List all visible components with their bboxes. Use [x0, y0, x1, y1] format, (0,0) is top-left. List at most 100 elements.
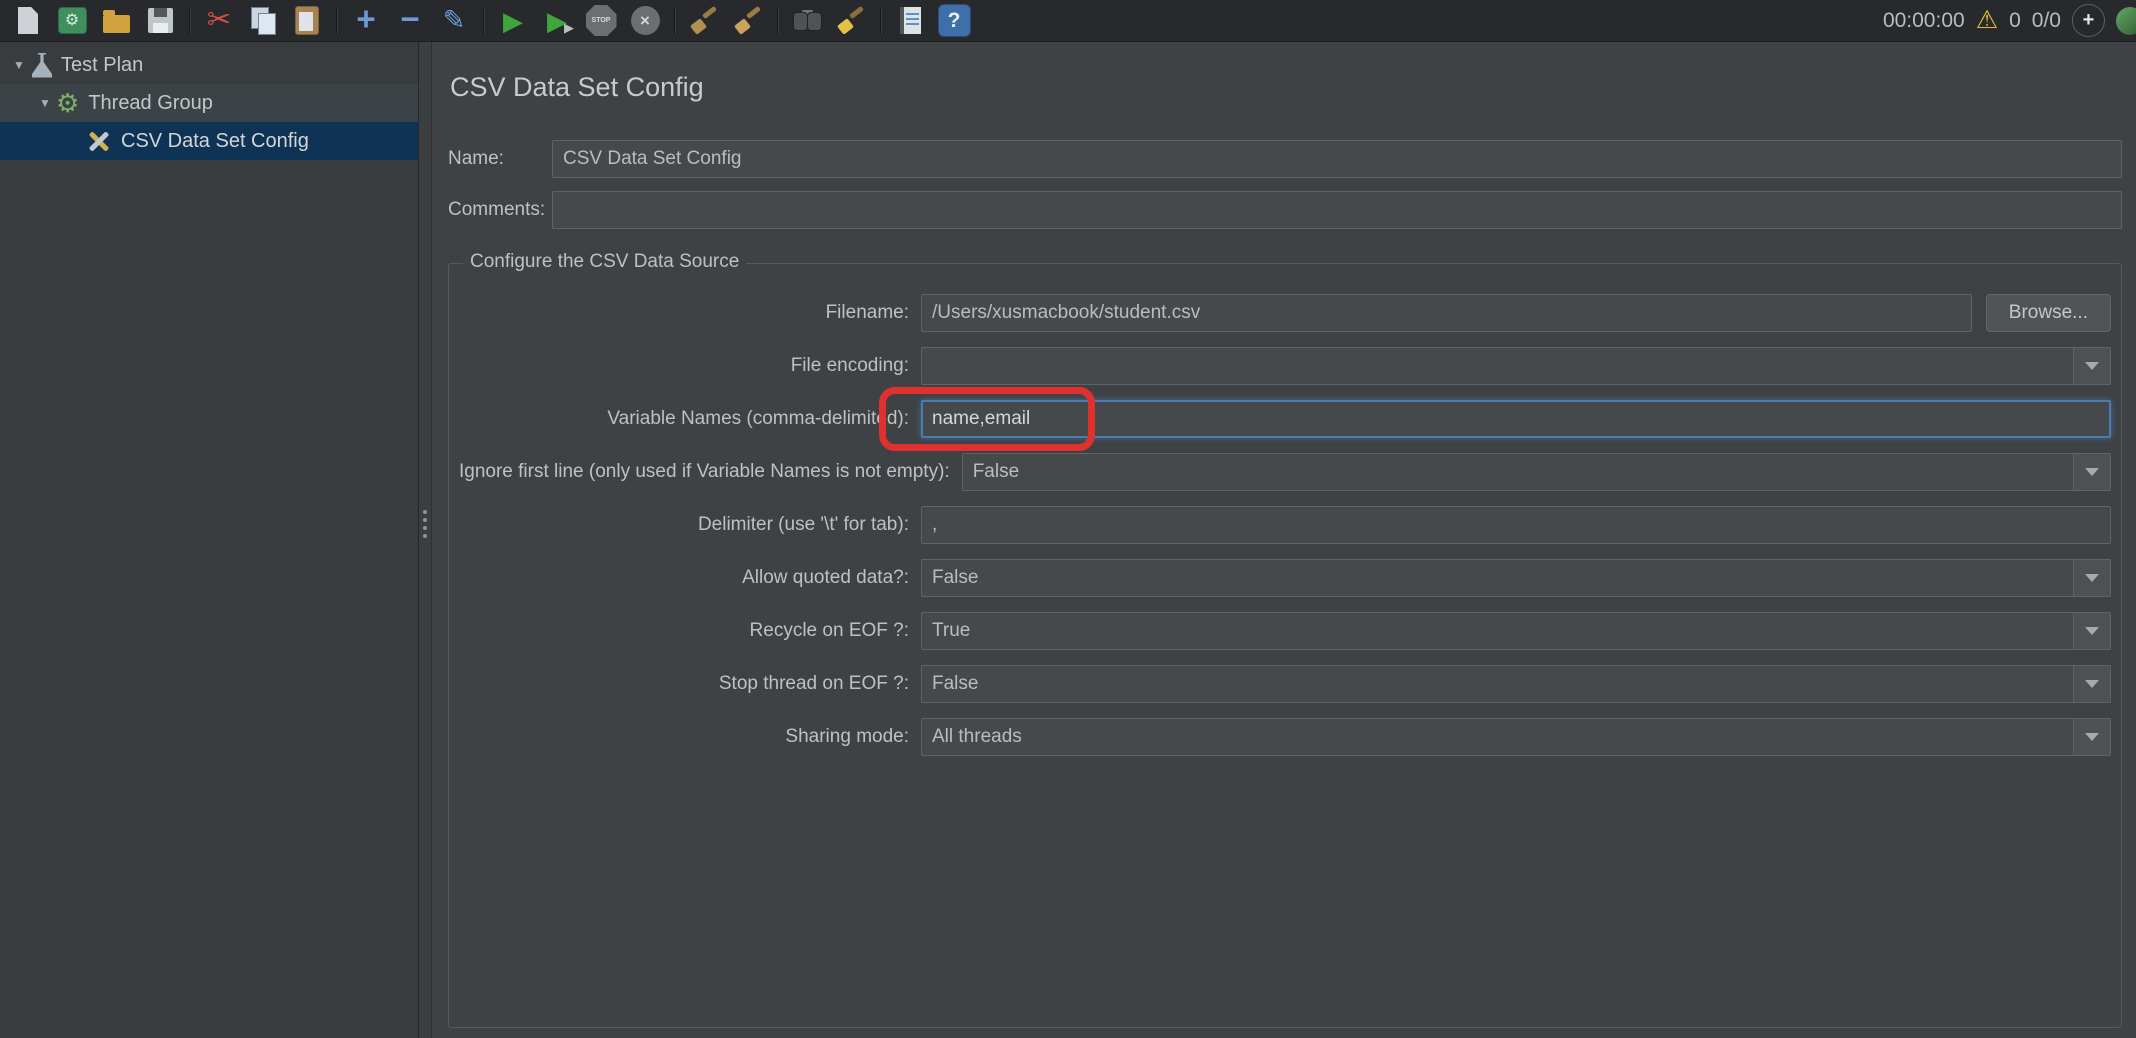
csv-source-groupbox: Configure the CSV Data Source Filename: … — [448, 263, 2122, 1028]
recycle-on-eof-select[interactable]: True — [921, 612, 2111, 650]
ignore-first-line-field-wrap: False — [962, 453, 2111, 491]
clear-all-button[interactable] — [728, 3, 768, 39]
toolbar: ⚙ ✂ + − ✎ ▶ ▶▶ STOP × ? 00:00:00 ⚠ 0 0/0 — [0, 0, 2136, 42]
allow-quoted-data-select[interactable]: False — [921, 559, 2111, 597]
shutdown-button[interactable]: × — [625, 3, 665, 39]
field-label: Stop thread on EOF ?: — [459, 673, 909, 695]
add-element-button[interactable]: + — [346, 3, 386, 39]
search-reset-broom-icon — [837, 7, 865, 35]
ignore-first-line-select[interactable]: False — [962, 453, 2111, 491]
shutdown-icon: × — [631, 6, 660, 35]
broom-head — [734, 18, 751, 35]
paste-page — [299, 12, 313, 31]
play-no-pauses-icon: ▶▶ — [542, 6, 572, 36]
field-row-stop-thread-on-eof: Stop thread on EOF ?: False — [459, 665, 2111, 703]
sharing-mode-select[interactable]: All threads — [921, 718, 2111, 756]
clear-broom-icon — [690, 7, 718, 35]
copy-page-front — [258, 13, 276, 35]
templates-button[interactable]: ⚙ — [52, 3, 92, 39]
small-arrow-icon: ▶ — [564, 20, 574, 36]
stop-thread-on-eof-select[interactable]: False — [921, 665, 2111, 703]
jmeter-window: ⚙ ✂ + − ✎ ▶ ▶▶ STOP × ? 00:00:00 ⚠ 0 0/0 — [0, 0, 2136, 1038]
combo-value: True — [922, 613, 2073, 649]
save-button[interactable] — [140, 3, 180, 39]
warning-icon[interactable]: ⚠ — [1976, 8, 1998, 33]
start-button[interactable]: ▶ — [493, 3, 533, 39]
folder-tab — [103, 10, 115, 15]
cut-button[interactable]: ✂ — [199, 3, 239, 39]
splitter-grip-icon[interactable] — [423, 510, 427, 514]
field-row-allow-quoted-data: Allow quoted data?: False — [459, 559, 2111, 597]
name-input[interactable] — [552, 140, 2122, 178]
csv-config-icon — [86, 128, 112, 154]
tree-item-thread-group[interactable]: ▼ ⚙ Thread Group — [0, 84, 418, 122]
play-icon: ▶ — [503, 8, 523, 34]
test-plan-tree: ▼ Test Plan ▼ ⚙ Thread Group CSV Data Se… — [0, 42, 419, 1038]
gear-icon: ⚙ — [65, 13, 79, 29]
search-reset-button[interactable] — [831, 3, 871, 39]
start-no-pauses-button[interactable]: ▶▶ — [537, 3, 577, 39]
comments-input[interactable] — [552, 191, 2122, 229]
collapse-arrow-icon[interactable]: ▼ — [10, 58, 28, 72]
config-panel: CSV Data Set Config Name: Comments: Conf… — [432, 42, 2136, 1038]
dropdown-arrow-icon[interactable] — [2073, 348, 2110, 384]
delimiter-input[interactable] — [921, 506, 2111, 544]
clear-button[interactable] — [684, 3, 724, 39]
comments-row: Comments: — [448, 191, 2122, 229]
binoculars-lens — [807, 12, 822, 31]
notepad-line — [906, 13, 919, 15]
file-encoding-select[interactable] — [921, 347, 2111, 385]
tree-item-csv-data-set-config[interactable]: CSV Data Set Config — [0, 122, 418, 160]
active-threads-count: 0/0 — [2032, 9, 2061, 33]
filename-input[interactable] — [921, 294, 1972, 332]
paste-button[interactable] — [287, 3, 327, 39]
toolbar-separator — [189, 8, 190, 34]
binoculars-search-icon — [793, 10, 822, 31]
dropdown-arrow-icon[interactable] — [2073, 613, 2110, 649]
field-label: Filename: — [459, 302, 909, 324]
toggle-element-button[interactable]: ✎ — [434, 3, 474, 39]
field-label: Delimiter (use '\t' for tab): — [459, 514, 909, 536]
new-file-button[interactable] — [8, 3, 48, 39]
copy-icon — [250, 7, 277, 34]
broom-handle — [746, 5, 761, 18]
function-helper-button[interactable] — [890, 3, 930, 39]
dropdown-arrow-icon[interactable] — [2073, 560, 2110, 596]
broom-head — [837, 18, 854, 35]
groupbox-title: Configure the CSV Data Source — [463, 251, 746, 273]
copy-button[interactable] — [243, 3, 283, 39]
dropdown-arrow-icon[interactable] — [2073, 666, 2110, 702]
allow-quoted-data-field-wrap: False — [921, 559, 2111, 597]
content-area: ▼ Test Plan ▼ ⚙ Thread Group CSV Data Se… — [0, 42, 2136, 1038]
open-file-button[interactable] — [96, 3, 136, 39]
field-label: Ignore first line (only used if Variable… — [459, 461, 950, 483]
toolbar-separator — [483, 8, 484, 34]
broom-handle — [849, 5, 864, 18]
cut-icon: ✂ — [207, 6, 231, 35]
pencil-icon: ✎ — [443, 7, 466, 34]
remove-element-button[interactable]: − — [390, 3, 430, 39]
help-icon: ? — [938, 4, 971, 37]
field-row-ignore-first-line: Ignore first line (only used if Variable… — [459, 453, 2111, 491]
broom-head — [690, 18, 707, 35]
tree-item-test-plan[interactable]: ▼ Test Plan — [0, 46, 418, 84]
delimiter-field-wrap — [921, 506, 2111, 544]
field-row-filename: Filename: Browse... — [459, 294, 2111, 332]
file-encoding-field-wrap — [921, 347, 2111, 385]
browse-button[interactable]: Browse... — [1986, 294, 2111, 332]
search-button[interactable] — [787, 3, 827, 39]
user-icon[interactable] — [2116, 7, 2136, 35]
field-row-file-encoding: File encoding: — [459, 347, 2111, 385]
help-button[interactable]: ? — [934, 3, 974, 39]
panel-splitter[interactable] — [419, 42, 432, 1038]
dropdown-arrow-icon[interactable] — [2073, 719, 2110, 755]
page-title: CSV Data Set Config — [450, 72, 2122, 103]
dropdown-arrow-icon[interactable] — [2073, 454, 2110, 490]
compass-icon[interactable]: + — [2072, 4, 2105, 37]
new-file-icon — [18, 7, 38, 34]
stop-icon: STOP — [586, 5, 617, 36]
collapse-arrow-icon[interactable]: ▼ — [36, 96, 54, 110]
stop-button[interactable]: STOP — [581, 3, 621, 39]
sharing-mode-field-wrap: All threads — [921, 718, 2111, 756]
variable-names-input[interactable] — [921, 400, 2111, 438]
